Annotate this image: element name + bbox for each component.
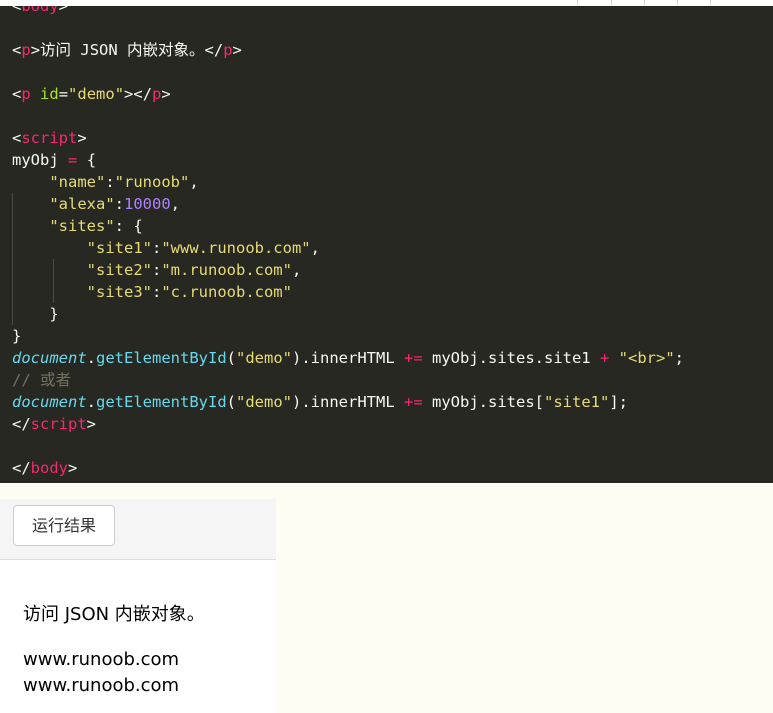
- html-attribute: id: [40, 85, 59, 103]
- html-tag: p: [223, 41, 233, 59]
- global-object: document: [12, 349, 87, 367]
- code-line: "sites": {: [49, 217, 143, 235]
- html-tag: body: [30, 459, 68, 477]
- html-tag: p: [21, 85, 31, 103]
- string-value: "m.runoob.com": [161, 261, 292, 279]
- object-key: "sites": [49, 217, 115, 235]
- number-value: 10000: [124, 195, 171, 213]
- object-key: "name": [49, 173, 106, 191]
- html-tag: p: [152, 85, 162, 103]
- html-tag: p: [21, 41, 31, 59]
- html-tag: script: [30, 415, 87, 433]
- result-panel: 访问 JSON 内嵌对象。 www.runoob.com www.runoob.…: [0, 560, 276, 713]
- run-result-button[interactable]: 运行结果: [13, 505, 115, 546]
- code-line: "name":"runoob",: [49, 173, 199, 191]
- code-text: {: [77, 151, 97, 169]
- operator: +=: [404, 349, 423, 367]
- object-key: "site1": [86, 239, 152, 257]
- code-text: myObj.sites[: [422, 393, 544, 411]
- variable: myObj: [12, 151, 59, 169]
- code-line: myObj = {: [12, 149, 684, 171]
- code-text: myObj.sites.site1: [422, 349, 600, 367]
- code-line: "alexa":10000,: [49, 195, 181, 213]
- function-name: getElementById: [96, 393, 227, 411]
- demo-line: www.runoob.com: [23, 675, 180, 696]
- result-header: 运行结果: [0, 499, 276, 560]
- code-line: <script>: [12, 129, 87, 147]
- html-tag: body: [21, 6, 59, 15]
- string-value: "site1": [544, 393, 610, 411]
- function-name: getElementById: [96, 349, 227, 367]
- html-tag: script: [21, 129, 78, 147]
- string-value: "runoob": [114, 173, 190, 191]
- code-line: <body>: [12, 6, 684, 17]
- code-line: </script>: [12, 415, 97, 433]
- code-line: "site1":"www.runoob.com",: [86, 239, 320, 257]
- code-line: "site2":"m.runoob.com",: [86, 261, 302, 279]
- result-paragraph: 访问 JSON 内嵌对象。: [23, 604, 205, 625]
- code-text: 访问 JSON 内嵌对象。: [40, 41, 205, 59]
- demo-output: www.runoob.com www.runoob.com: [23, 647, 179, 699]
- demo-line: www.runoob.com: [23, 649, 180, 670]
- string-value: "<br>": [618, 349, 675, 367]
- string-value: "c.runoob.com": [161, 283, 292, 301]
- object-key: "site2": [86, 261, 152, 279]
- object-key: "alexa": [49, 195, 115, 213]
- operator: +=: [404, 393, 423, 411]
- string-value: "www.runoob.com": [161, 239, 311, 257]
- operator: =: [68, 151, 78, 169]
- code-line: }: [12, 327, 22, 345]
- code-line: <p>访问 JSON 内嵌对象。</p>: [12, 41, 242, 59]
- code-line: "site3":"c.runoob.com": [86, 283, 292, 301]
- string-value: "demo": [236, 393, 292, 411]
- object-key: "site3": [86, 283, 152, 301]
- code-text: .innerHTML: [301, 393, 404, 411]
- code-line: document.getElementById("demo").innerHTM…: [12, 349, 685, 367]
- attribute-value: "demo": [68, 85, 125, 103]
- code-editor[interactable]: <body> <p>访问 JSON 内嵌对象。</p> <p id="demo"…: [0, 6, 773, 483]
- operator: +: [599, 349, 610, 367]
- global-object: document: [12, 393, 87, 411]
- code-line: </body>: [12, 459, 78, 477]
- code-comment: // 或者: [12, 371, 71, 389]
- code-line: document.getElementById("demo").innerHTM…: [12, 393, 628, 411]
- code-line: <p id="demo"></p>: [12, 85, 171, 103]
- code-text: .innerHTML: [301, 349, 404, 367]
- string-value: "demo": [236, 349, 292, 367]
- code-line: }: [12, 305, 59, 323]
- code-block: <body> <p>访问 JSON 内嵌对象。</p> <p id="demo"…: [12, 6, 684, 479]
- code-line: // 或者: [12, 369, 684, 391]
